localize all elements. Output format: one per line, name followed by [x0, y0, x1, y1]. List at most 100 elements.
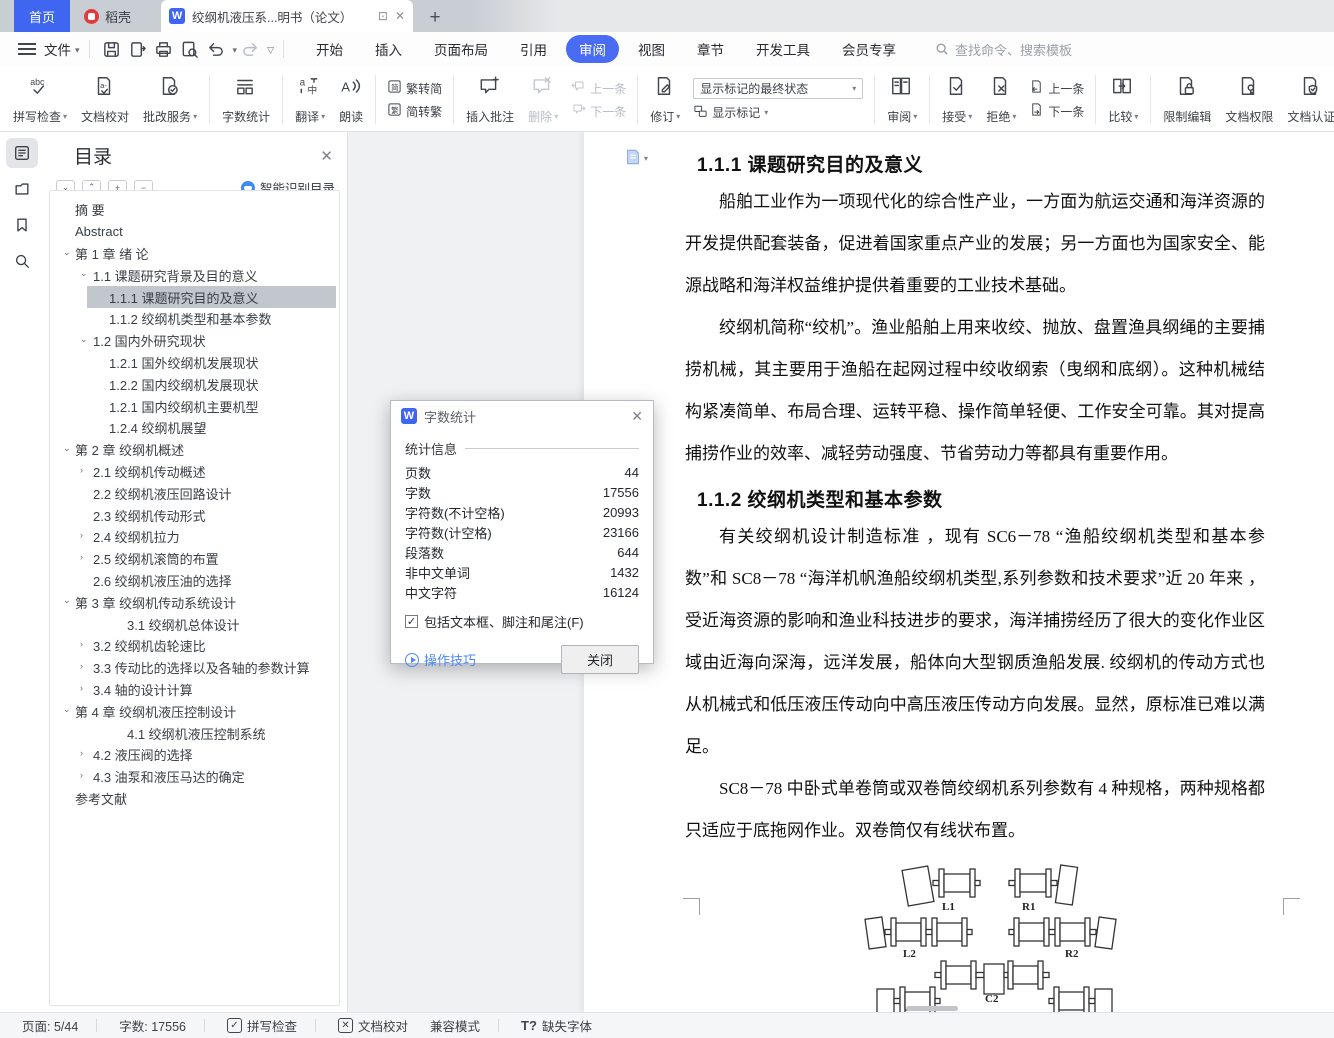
file-menu-chevron-icon[interactable]: ▾: [75, 45, 80, 56]
chevron-down-icon[interactable]: ⌄: [63, 704, 71, 715]
toc-item[interactable]: Abstract: [50, 221, 339, 243]
menu-item[interactable]: 会员专享: [829, 35, 909, 63]
toc-panel-icon[interactable]: [6, 138, 38, 168]
close-dialog-icon[interactable]: ✕: [631, 408, 643, 425]
chevron-right-icon[interactable]: ›: [80, 639, 83, 649]
chevron-right-icon[interactable]: ›: [80, 530, 83, 540]
toc-item[interactable]: ⌄ 第 3 章 绞纲机传动系统设计: [50, 591, 339, 613]
tips-link[interactable]: 操作技巧: [405, 650, 476, 669]
status-compat-mode[interactable]: 兼容模式: [430, 1016, 480, 1035]
show-markup-button[interactable]: 显示标记 ▾: [693, 104, 863, 122]
status-proofread[interactable]: ✕ 文档校对: [338, 1016, 408, 1035]
status-spellcheck[interactable]: ✓ 拼写检查: [227, 1016, 297, 1035]
menu-item[interactable]: 插入: [362, 35, 415, 63]
status-missing-font[interactable]: T? 缺失字体: [521, 1016, 592, 1035]
close-button[interactable]: 关闭: [561, 645, 639, 674]
menu-item[interactable]: 页面布局: [421, 35, 501, 63]
redo-icon[interactable]: [237, 37, 263, 61]
prev-change-button[interactable]: 上一条: [1029, 79, 1084, 97]
export-pdf-icon[interactable]: [125, 37, 151, 61]
toc-item[interactable]: › 2.1 绞纲机传动概述: [50, 461, 339, 483]
markup-state-dropdown[interactable]: 显示标记的最终状态 ▾: [693, 77, 864, 99]
print-icon[interactable]: [151, 37, 177, 61]
chevron-down-icon[interactable]: ⌄: [63, 247, 71, 258]
toc-item[interactable]: 1.2.4 绞纲机展望: [50, 417, 339, 439]
delete-comment-button[interactable]: 删除 ▾: [521, 71, 565, 128]
dialog-titlebar[interactable]: W 字数统计 ✕: [391, 401, 653, 431]
print-preview-icon[interactable]: [177, 37, 203, 61]
status-page[interactable]: 页面: 5/44: [22, 1016, 78, 1035]
document-page[interactable]: ▾ 1.1.1 课题研究目的及意义 船舶工业作为一项现代化的综合性产业，一方面为…: [584, 132, 1334, 1012]
status-words[interactable]: 字数: 17556: [119, 1016, 186, 1035]
toc-item[interactable]: 1.1.2 绞纲机类型和基本参数: [50, 308, 339, 330]
toc-item[interactable]: ⌄ 第 1 章 绪 论: [50, 243, 339, 265]
tab-home[interactable]: 首页: [14, 0, 70, 32]
word-count-button[interactable]: 字数统计: [215, 71, 277, 128]
main-menu-icon[interactable]: [18, 43, 36, 55]
toc-item[interactable]: 1.1.1 课题研究目的及意义: [50, 286, 339, 308]
toc-item[interactable]: ⌄ 第 2 章 绞纲机概述: [50, 439, 339, 461]
accept-button[interactable]: 接受 ▾: [935, 71, 979, 128]
toc-item[interactable]: 1.2.1 国内绞纲机主要机型: [50, 395, 339, 417]
chevron-down-icon[interactable]: ⌄: [80, 268, 88, 279]
close-sidebar-icon[interactable]: ✕: [320, 147, 333, 165]
toc-item[interactable]: 1.2.2 国内绞纲机发展现状: [50, 373, 339, 395]
menu-item[interactable]: 审阅: [565, 35, 619, 63]
next-change-button[interactable]: 下一条: [1029, 102, 1084, 120]
compare-button[interactable]: 比较 ▾: [1101, 71, 1145, 128]
save-icon[interactable]: [99, 37, 125, 61]
menu-item[interactable]: 视图: [625, 35, 678, 63]
toc-item[interactable]: 3.1 绞纲机总体设计: [50, 613, 339, 635]
toc-item[interactable]: ⌄ 1.1 课题研究背景及目的意义: [50, 264, 339, 286]
toc-item[interactable]: 参考文献: [50, 788, 339, 810]
reject-button[interactable]: 拒绝 ▾: [979, 71, 1023, 128]
spellcheck-button[interactable]: abc 拼写检查 ▾: [6, 71, 74, 128]
toc-item[interactable]: ⌄ 1.2 国内外研究现状: [50, 330, 339, 352]
menu-item[interactable]: 章节: [684, 35, 737, 63]
toc-item[interactable]: › 4.2 液压阀的选择: [50, 744, 339, 766]
close-tab-icon[interactable]: ✕: [395, 9, 405, 23]
next-comment-button[interactable]: 下一条: [571, 102, 626, 120]
chevron-down-icon[interactable]: ⌄: [80, 334, 88, 345]
prev-comment-button[interactable]: 上一条: [571, 79, 626, 97]
chevron-right-icon[interactable]: ›: [80, 683, 83, 693]
command-search[interactable]: 查找命令、搜索模板: [935, 40, 1072, 59]
include-footnotes-checkbox[interactable]: ✓ 包括文本框、脚注和尾注(F): [405, 612, 639, 631]
chevron-right-icon[interactable]: ›: [80, 770, 83, 780]
toc-item[interactable]: 2.3 绞纲机传动形式: [50, 504, 339, 526]
toc-item[interactable]: › 2.4 绞纲机拉力: [50, 526, 339, 548]
toc-item[interactable]: › 4.3 油泵和液压马达的确定: [50, 766, 339, 788]
toc-item[interactable]: 4.1 绞纲机液压控制系统: [50, 722, 339, 744]
review-pane-button[interactable]: 审阅 ▾: [880, 71, 924, 128]
new-tab-button[interactable]: +: [421, 4, 449, 32]
file-menu[interactable]: 文件: [44, 39, 71, 59]
paragraph-tool-icon[interactable]: ▾: [624, 148, 648, 166]
restrict-edit-button[interactable]: 限制编辑: [1156, 71, 1218, 128]
toc-item[interactable]: › 3.2 绞纲机齿轮速比: [50, 635, 339, 657]
tab-document[interactable]: W 绞纲机液压系...明书（论文） ⊡ ✕: [161, 0, 414, 32]
proofread-button[interactable]: a- 文档校对: [74, 71, 136, 128]
toc-item[interactable]: 摘 要: [50, 199, 339, 221]
simp-to-trad-button[interactable]: 繁简转繁: [387, 102, 442, 120]
insert-comment-button[interactable]: 插入批注: [459, 71, 521, 128]
undo-icon[interactable]: [203, 37, 229, 61]
chevron-down-icon[interactable]: ⌄: [63, 443, 71, 454]
horizontal-scrollbar[interactable]: [906, 1006, 958, 1011]
translate-button[interactable]: a 中翻译 ▾: [288, 71, 332, 128]
toc-item[interactable]: 2.2 绞纲机液压回路设计: [50, 482, 339, 504]
chevron-right-icon[interactable]: ›: [80, 748, 83, 758]
tab-docer[interactable]: 稻壳: [70, 0, 157, 32]
chevron-right-icon[interactable]: ›: [80, 661, 83, 671]
toc-item[interactable]: 2.6 绞纲机液压油的选择: [50, 570, 339, 592]
menu-item[interactable]: 开发工具: [743, 35, 823, 63]
menu-item[interactable]: 引用: [507, 35, 560, 63]
grading-service-button[interactable]: 批改服务 ▾: [136, 71, 204, 128]
trad-to-simp-button[interactable]: 简繁转简: [387, 79, 442, 97]
toc-item[interactable]: 1.2.1 国外绞纲机发展现状: [50, 352, 339, 374]
search-panel-icon[interactable]: [6, 246, 38, 276]
toc-item[interactable]: ⌄ 第 4 章 绞纲机液压控制设计: [50, 700, 339, 722]
customize-toolbar-icon[interactable]: ▽: [267, 45, 274, 56]
chevron-right-icon[interactable]: ›: [80, 552, 83, 562]
toc-item[interactable]: › 3.4 轴的设计计算: [50, 679, 339, 701]
track-changes-button[interactable]: 修订 ▾: [643, 71, 687, 128]
